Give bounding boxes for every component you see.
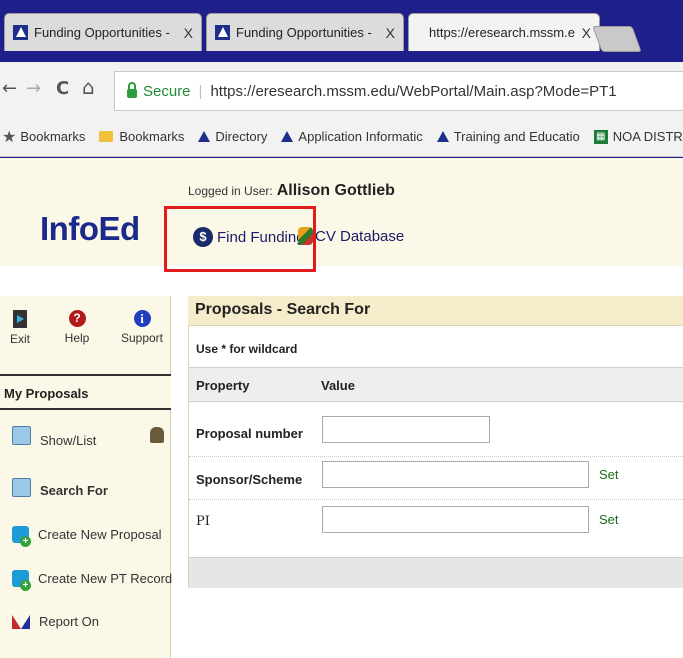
- folder-icon: [99, 131, 114, 142]
- row-divider: [189, 456, 683, 457]
- sidebar-item-search-for[interactable]: Search For: [12, 478, 108, 498]
- sidebar-item-create-new-proposal[interactable]: Create New Proposal: [12, 526, 162, 547]
- panel-footer: [189, 557, 683, 588]
- bookmark-bookmarks-star[interactable]: ★ Bookmarks: [0, 127, 85, 147]
- panel-title: Proposals - Search For: [188, 296, 683, 326]
- reload-icon[interactable]: C: [56, 78, 69, 99]
- logged-in-label: Logged in User:: [188, 184, 273, 198]
- infoed-favicon-icon: [13, 25, 28, 40]
- support-label: Support: [120, 331, 164, 345]
- bookmark-noa-distribution[interactable]: ▦ NOA DISTRIBUT: [593, 129, 683, 144]
- browser-tab-bar: Funding Opportunities - X Funding Opport…: [0, 0, 683, 62]
- home-icon[interactable]: ⌂: [82, 75, 95, 99]
- help-label: Help: [64, 331, 90, 345]
- bookmarks-bar: ★ Bookmarks Bookmarks Directory Applicat…: [0, 117, 683, 157]
- back-icon[interactable]: ←: [2, 78, 17, 99]
- sidebar-item-show-list[interactable]: Show/List: [12, 426, 97, 448]
- bookmark-directory[interactable]: Directory: [198, 129, 267, 144]
- bookmark-label: Directory: [215, 129, 268, 144]
- exit-label: Exit: [9, 332, 30, 346]
- address-bar-row: ← → C ⌂ Secure | https://eresearch.mssm.…: [0, 62, 683, 117]
- proposal-number-input[interactable]: [322, 416, 490, 443]
- infoed-favicon-icon: [281, 131, 294, 142]
- left-navigation: [0, 296, 171, 658]
- bookmark-label: NOA DISTRIBUT: [612, 129, 683, 144]
- browser-tab-1[interactable]: Funding Opportunities - X: [4, 13, 202, 51]
- infoed-logo: InfoEd: [40, 210, 140, 247]
- row-label-sponsor-scheme: Sponsor/Scheme: [196, 472, 303, 487]
- url-omnibox[interactable]: Secure | https://eresearch.mssm.edu/WebP…: [114, 71, 683, 111]
- infoed-favicon-icon: [198, 131, 211, 142]
- url-separator: |: [198, 82, 203, 100]
- star-icon: ★: [2, 128, 17, 146]
- row-divider: [189, 499, 683, 500]
- forward-icon[interactable]: →: [26, 78, 41, 99]
- sidebar-item-label: Create New Proposal: [38, 527, 162, 542]
- search-icon: [12, 478, 31, 497]
- sidebar-item-label: Report On: [39, 614, 99, 629]
- browser-tab-2[interactable]: Funding Opportunities - X: [206, 13, 404, 51]
- add-icon: [12, 526, 31, 547]
- column-property: Property: [196, 378, 250, 393]
- sidebar-item-label: Search For: [40, 483, 108, 498]
- bookmark-label: Bookmarks: [20, 129, 86, 144]
- tab-title: https://eresearch.mssm.e: [429, 25, 575, 40]
- pi-input[interactable]: [322, 506, 589, 533]
- exit-icon: [13, 310, 27, 328]
- report-icon: [12, 614, 30, 629]
- bookmark-label: Bookmarks: [119, 129, 185, 144]
- tab-close-icon[interactable]: X: [582, 25, 591, 41]
- infoed-favicon-icon: [215, 25, 230, 40]
- sidebar-item-label: Show/List: [40, 433, 97, 448]
- tab-close-icon[interactable]: X: [184, 25, 193, 41]
- table-header: Property Value: [189, 367, 683, 402]
- logged-in-user: Logged in User: Allison Gottlieb: [188, 182, 395, 200]
- help-icon: ?: [68, 310, 86, 327]
- tab-close-icon[interactable]: X: [386, 25, 395, 41]
- pi-set-link[interactable]: Set: [599, 512, 619, 527]
- sidebar-item-create-new-pt-record[interactable]: Create New PT Record: [12, 570, 173, 591]
- sponsor-scheme-input[interactable]: [322, 461, 589, 488]
- sidebar-item-report-on[interactable]: Report On: [12, 614, 99, 629]
- wildcard-hint: Use * for wildcard: [196, 342, 298, 356]
- tab-title: Funding Opportunities -: [236, 25, 372, 40]
- add-icon: [12, 570, 31, 591]
- browser-tab-3-active[interactable]: https://eresearch.mssm.e X: [408, 13, 600, 51]
- search-icon: [12, 426, 31, 445]
- sponsor-set-link[interactable]: Set: [599, 467, 619, 482]
- cv-database-label: CV Database: [315, 227, 405, 245]
- spreadsheet-icon: ▦: [593, 129, 608, 144]
- info-icon: i: [133, 310, 151, 327]
- bookmark-label: Training and Educatio: [453, 129, 580, 144]
- highlight-box: [164, 206, 316, 272]
- sidebar-item-label: Create New PT Record: [38, 571, 173, 586]
- column-value: Value: [321, 378, 355, 393]
- my-proposals-header: My Proposals: [0, 374, 171, 410]
- exit-button[interactable]: Exit: [6, 310, 34, 346]
- bookmark-bookmarks-folder[interactable]: Bookmarks: [99, 129, 184, 144]
- bookmark-training-education[interactable]: Training and Educatio: [436, 129, 580, 144]
- new-tab-button[interactable]: [592, 26, 642, 52]
- secure-label: Secure: [143, 82, 191, 100]
- row-label-proposal-number: Proposal number: [196, 426, 303, 441]
- infoed-favicon-icon: [436, 131, 449, 142]
- person-icon[interactable]: [150, 427, 164, 443]
- help-button[interactable]: ? Help: [62, 310, 92, 345]
- lock-icon: [127, 81, 137, 98]
- support-button[interactable]: i Support: [115, 310, 169, 345]
- bookmark-label: Application Informatic: [298, 129, 423, 144]
- url-text[interactable]: https://eresearch.mssm.edu/WebPortal/Mai…: [210, 83, 616, 100]
- row-label-pi: PI: [196, 514, 210, 529]
- user-name: Allison Gottlieb: [276, 182, 395, 199]
- tab-title: Funding Opportunities -: [34, 25, 170, 40]
- bookmark-application-information[interactable]: Application Informatic: [281, 129, 423, 144]
